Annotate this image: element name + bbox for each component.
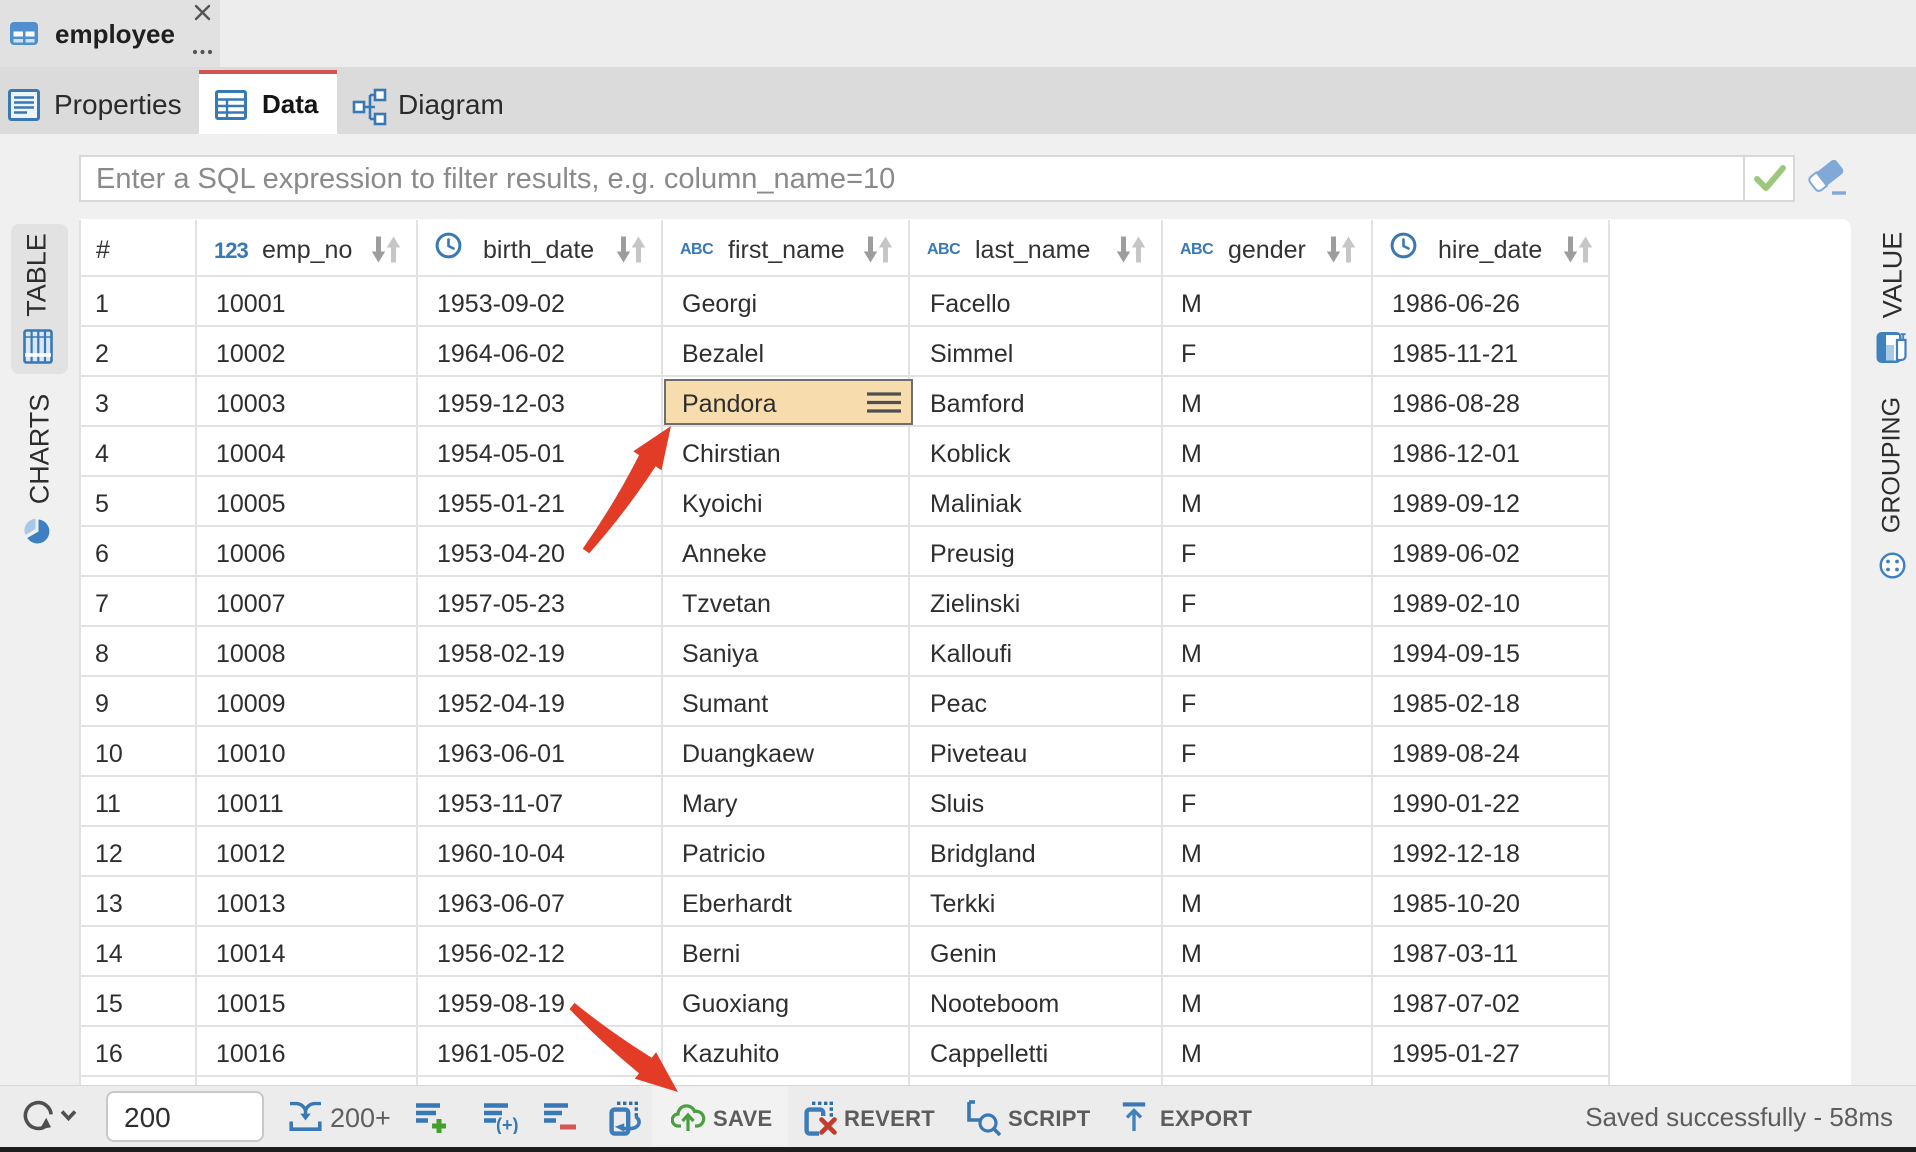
- svg-text:(+): (+): [496, 1115, 519, 1134]
